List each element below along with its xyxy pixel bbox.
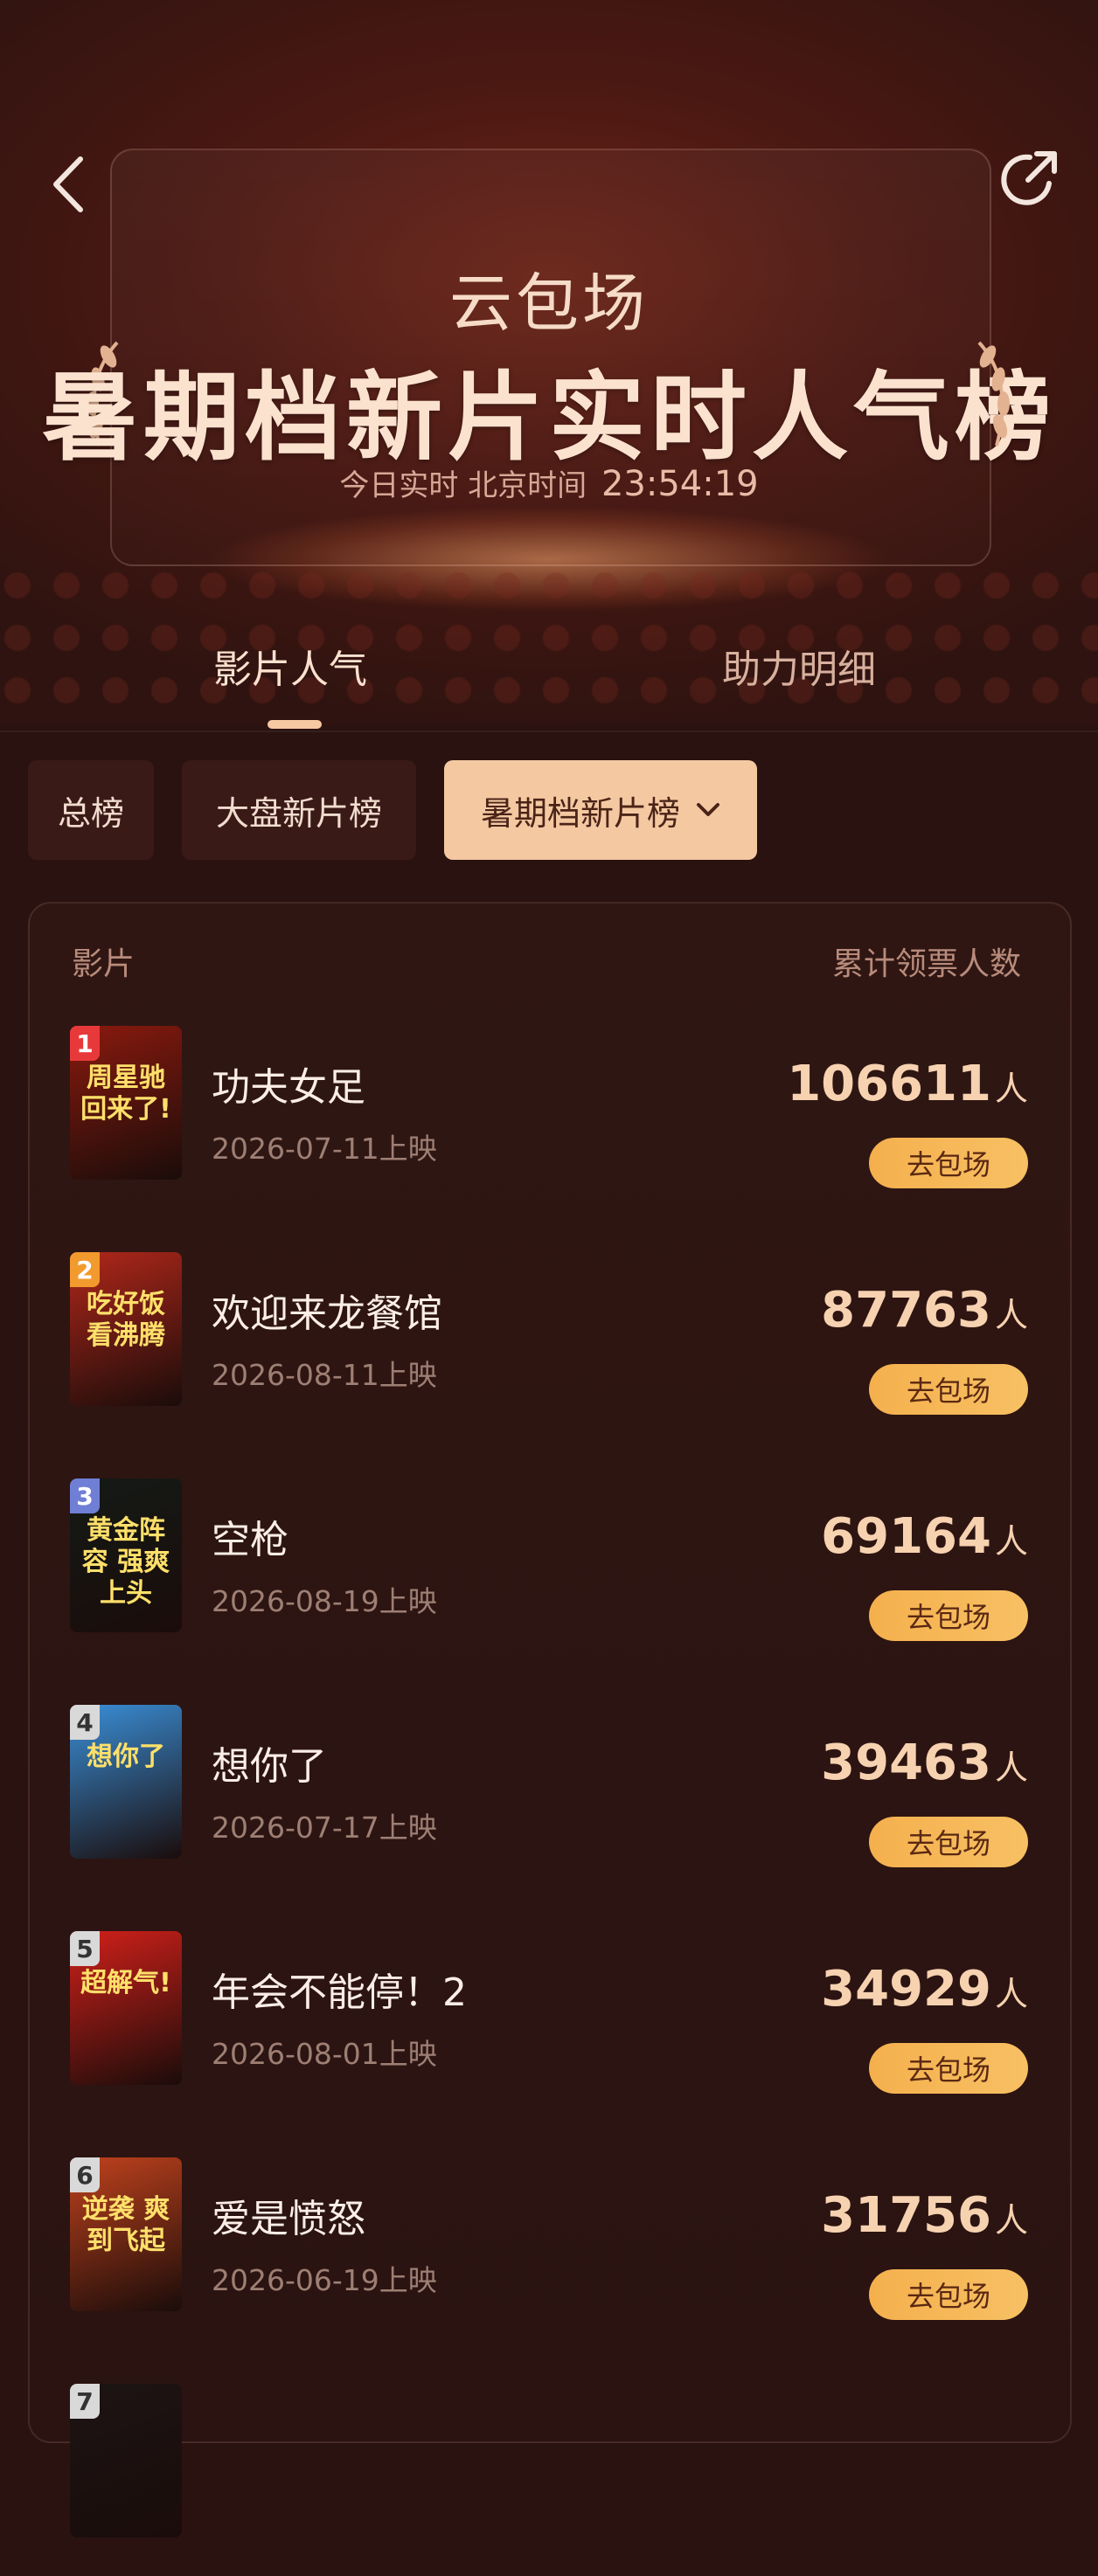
rank-badge: 3 [70, 1478, 100, 1513]
movie-title[interactable]: 年会不能停！2 [212, 1961, 467, 2017]
book-screening-button[interactable]: 去包场 [869, 1817, 1028, 1867]
filter-all-ranking[interactable]: 总榜 [28, 760, 154, 860]
ranking-row[interactable]: 5 超解气! 年会不能停！2 2026-08-01上映 34929 人去包场 [0, 1931, 1098, 2123]
release-date: 2026-06-19上映 [212, 2263, 437, 2297]
rank-badge: 1 [70, 1026, 100, 1061]
poster-artwork-text: 超解气! [80, 1968, 171, 1998]
poster-artwork-text: 逆袭 爽到飞起 [81, 2194, 170, 2256]
ticket-count-unit: 人 [994, 1522, 1028, 1561]
back-arrow-icon[interactable] [49, 154, 87, 215]
movie-title[interactable]: 空枪 [212, 1508, 288, 1564]
rank-badge: 5 [70, 1931, 100, 1966]
poster-artwork-text: 周星驰回来了! [80, 1063, 171, 1125]
column-header-ticket-count: 累计领票人数 [832, 946, 1022, 982]
rank-badge: 7 [70, 2384, 100, 2419]
hero-banner: 云包场 暑期档新片实时人气榜 今日实时 北京时间 23:54:19 [0, 0, 1098, 725]
filter-summer-ranking-dropdown[interactable]: 暑期档新片榜 [444, 760, 757, 860]
time-value: 23:54:19 [601, 464, 759, 504]
book-screening-button[interactable]: 去包场 [869, 2269, 1028, 2320]
release-date: 2026-07-17上映 [212, 1811, 437, 1845]
release-date: 2026-08-11上映 [212, 1358, 437, 1392]
rank-badge: 2 [70, 1252, 100, 1287]
release-date: 2026-07-11上映 [212, 1132, 437, 1166]
movie-title[interactable]: 想你了 [212, 1735, 327, 1790]
ranking-row[interactable]: 1 周星驰回来了! 功夫女足 2026-07-11上映 106611 人去包场 [0, 1026, 1098, 1218]
rank-badge: 4 [70, 1705, 100, 1740]
ticket-count: 39463 人 [821, 1735, 1028, 1791]
tab-bar: 影片人气 助力明细 [0, 638, 1098, 734]
ticket-count-unit: 人 [994, 1975, 1028, 2013]
poster-artwork-text: 黄金阵容 强爽上头 [81, 1515, 170, 1609]
ticket-count-unit: 人 [994, 1070, 1028, 1108]
tab-active-indicator [268, 720, 322, 729]
movie-title[interactable]: 爱是愤怒 [212, 2187, 365, 2243]
movie-poster[interactable]: 3 黄金阵容 强爽上头 [70, 1478, 182, 1632]
book-screening-button[interactable]: 去包场 [869, 1364, 1028, 1415]
movie-poster[interactable]: 1 周星驰回来了! [70, 1026, 182, 1180]
ranking-row[interactable]: 7 [0, 2384, 1098, 2576]
movie-poster[interactable]: 5 超解气! [70, 1931, 182, 2085]
ticket-count-number: 39463 [821, 1735, 991, 1791]
ticket-count: 69164 人 [821, 1508, 1028, 1565]
filter-new-release-ranking[interactable]: 大盘新片榜 [182, 760, 416, 860]
ticket-count-number: 69164 [821, 1508, 991, 1565]
poster-artwork-text: 吃好饭 看沸腾 [87, 1289, 165, 1351]
movie-poster[interactable]: 4 想你了 [70, 1705, 182, 1859]
ticket-count: 106611 人 [787, 1056, 1028, 1112]
release-date: 2026-08-19上映 [212, 1584, 437, 1618]
ticket-count-unit: 人 [994, 2201, 1028, 2240]
ranking-row[interactable]: 4 想你了 想你了 2026-07-17上映 39463 人去包场 [0, 1705, 1098, 1897]
laurel-right-icon [977, 341, 1010, 447]
filter-summer-label: 暑期档新片榜 [480, 793, 680, 833]
ticket-count: 34929 人 [821, 1961, 1028, 2018]
share-icon[interactable] [995, 147, 1061, 213]
ranking-row[interactable]: 6 逆袭 爽到飞起 爱是愤怒 2026-06-19上映 31756 人去包场 [0, 2157, 1098, 2350]
tab-support-details[interactable]: 助力明细 [722, 638, 876, 694]
tab-movie-popularity[interactable]: 影片人气 [213, 638, 367, 694]
ranking-row[interactable]: 2 吃好饭 看沸腾 欢迎来龙餐馆 2026-08-11上映 87763 人去包场 [0, 1252, 1098, 1444]
movie-poster[interactable]: 7 [70, 2384, 182, 2538]
movie-title[interactable]: 欢迎来龙餐馆 [212, 1282, 442, 1338]
ranking-row[interactable]: 3 黄金阵容 强爽上头 空枪 2026-08-19上映 69164 人去包场 [0, 1478, 1098, 1671]
ticket-count: 87763 人 [821, 1282, 1028, 1339]
ticket-count-unit: 人 [994, 1296, 1028, 1334]
ticket-count-unit: 人 [994, 1748, 1028, 1787]
realtime-clock: 今日实时 北京时间 23:54:19 [0, 461, 1098, 504]
rank-badge: 6 [70, 2157, 100, 2192]
poster-artwork-text: 想你了 [87, 1742, 165, 1772]
chevron-down-icon [697, 803, 719, 816]
time-label: 今日实时 北京时间 [339, 468, 587, 503]
book-screening-button[interactable]: 去包场 [869, 1590, 1028, 1641]
release-date: 2026-08-01上映 [212, 2037, 437, 2071]
book-screening-button[interactable]: 去包场 [869, 2043, 1028, 2094]
hero-title: 暑期档新片实时人气榜 [42, 362, 1056, 474]
movie-title[interactable]: 功夫女足 [212, 1056, 365, 1111]
ticket-count-number: 106611 [787, 1056, 991, 1112]
ticket-count-number: 87763 [821, 1282, 991, 1339]
hero-subtitle: 云包场 [448, 267, 649, 340]
column-header-movie: 影片 [72, 946, 136, 982]
ticket-count-number: 34929 [821, 1961, 991, 2018]
movie-poster[interactable]: 2 吃好饭 看沸腾 [70, 1252, 182, 1406]
ticket-count-number: 31756 [821, 2187, 991, 2244]
book-screening-button[interactable]: 去包场 [869, 1138, 1028, 1188]
divider [0, 731, 1098, 732]
movie-poster[interactable]: 6 逆袭 爽到飞起 [70, 2157, 182, 2311]
ticket-count: 31756 人 [821, 2187, 1028, 2244]
